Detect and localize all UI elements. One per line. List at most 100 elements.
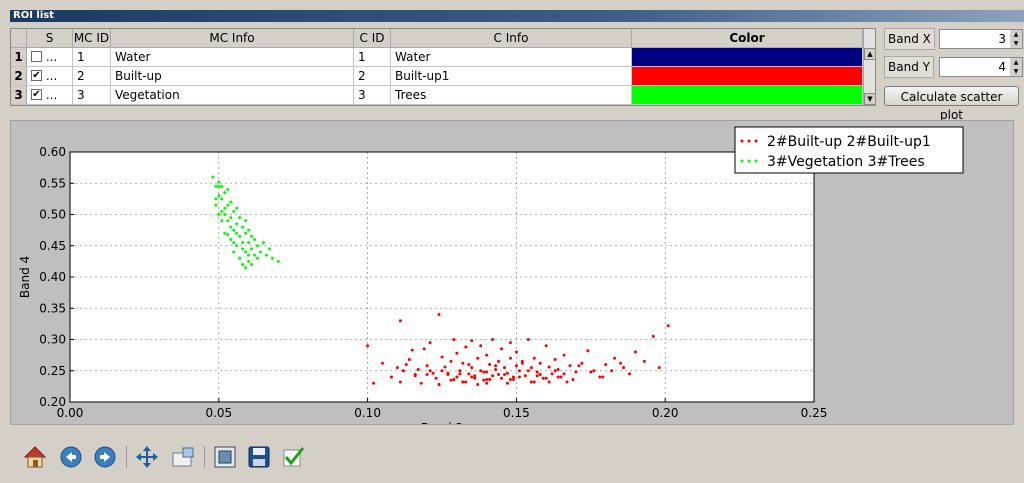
c-info-cell[interactable]: Water [391, 48, 632, 67]
select-cell[interactable]: ... [27, 48, 73, 67]
pan-icon[interactable] [134, 444, 160, 470]
band-x-spinbox[interactable]: 3 ▲ ▼ [939, 29, 1023, 49]
select-cell[interactable]: ✔ ... [27, 67, 73, 86]
scatter-point [389, 375, 393, 379]
c-id-cell[interactable]: 1 [354, 48, 391, 67]
scatter-point [601, 375, 605, 379]
legend-label: 2#Built-up 2#Built-up1 [767, 134, 931, 150]
scatter-point [229, 225, 233, 229]
scatter-point [473, 376, 477, 380]
scatter-point [485, 370, 489, 374]
x-tick-label: 0.15 [503, 406, 530, 420]
scatter-point [401, 369, 405, 373]
scatter-point [437, 313, 441, 316]
scroll-down-arrow-icon[interactable]: ▼ [864, 93, 875, 105]
color-swatch[interactable] [632, 86, 863, 105]
y-tick-label: 0.25 [39, 364, 66, 378]
mc-id-cell[interactable]: 2 [73, 67, 111, 86]
scatter-point [479, 369, 483, 373]
column-header-c-info[interactable]: C Info [391, 29, 632, 48]
select-checkbox[interactable] [31, 51, 42, 62]
c-info-cell[interactable]: Trees [391, 86, 632, 105]
scatter-point [229, 238, 233, 241]
scatter-point [508, 378, 512, 381]
table-row[interactable]: 1 ... 1 Water 1 Water [11, 48, 863, 67]
select-checkbox[interactable]: ✔ [31, 89, 42, 100]
scatter-point [565, 380, 569, 384]
mc-id-cell[interactable]: 3 [73, 86, 111, 105]
scatter-point [514, 364, 518, 368]
table-row[interactable]: 2 ✔ ... 2 Built-up 2 Built-up1 [11, 67, 863, 86]
legend-marker [754, 139, 758, 143]
scatter-point [238, 216, 242, 220]
color-swatch[interactable] [632, 48, 863, 67]
c-info-cell[interactable]: Built-up1 [391, 67, 632, 86]
column-header-color[interactable]: Color [632, 29, 863, 48]
spin-down-icon[interactable]: ▼ [1010, 67, 1022, 76]
table-row[interactable]: 3 ✔ ... 3 Vegetation 3 Trees [11, 86, 863, 105]
scatter-point [547, 365, 551, 369]
legend-marker [740, 159, 744, 163]
table-scrollbar[interactable]: ▲ ▼ [863, 29, 875, 105]
column-header-mc-id[interactable]: MC ID [73, 29, 111, 48]
scatter-point [416, 368, 420, 371]
scatter-point [505, 371, 509, 375]
scatter-point [214, 197, 218, 201]
mc-id-cell[interactable]: 1 [73, 48, 111, 67]
scatter-plot-canvas[interactable]: 0.00 0.05 0.10 0.15 0.20 0.25 0.20 0.25 0.30 0.35… [10, 120, 1014, 435]
scatter-point [556, 368, 560, 371]
row-number[interactable]: 2 [11, 67, 27, 86]
spin-up-icon[interactable]: ▲ [1010, 58, 1022, 67]
scatter-point [443, 365, 447, 369]
band-x-value[interactable]: 3 [998, 30, 1006, 48]
spin-down-icon[interactable]: ▼ [1010, 39, 1022, 48]
scatter-point [470, 366, 474, 370]
legend-marker [747, 139, 751, 143]
scatter-point [511, 378, 515, 381]
roi-table: S MC ID MC Info C ID C Info Color 1 ... … [10, 28, 876, 106]
checkmark-icon[interactable] [280, 444, 306, 470]
spin-up-icon[interactable]: ▲ [1010, 30, 1022, 39]
scatter-point [241, 241, 245, 245]
scatter-point [562, 372, 566, 376]
scatter-point [619, 361, 623, 365]
mc-info-cell[interactable]: Water [111, 48, 354, 67]
scatter-point [598, 375, 602, 379]
select-cell[interactable]: ✔ ... [27, 86, 73, 105]
scatter-point [226, 203, 230, 207]
scatter-point [455, 375, 459, 379]
scatter-point [580, 361, 584, 365]
column-header-s[interactable]: S [27, 29, 73, 48]
band-y-spinbox[interactable]: 4 ▲ ▼ [939, 57, 1023, 77]
scatter-point [482, 370, 486, 374]
scroll-up-arrow-icon[interactable]: ▲ [864, 48, 875, 60]
band-y-label: Band Y [884, 56, 934, 78]
back-arrow-icon[interactable] [58, 444, 84, 470]
scatter-point [526, 369, 530, 373]
save-icon[interactable] [246, 444, 272, 470]
mc-info-cell[interactable]: Built-up [111, 67, 354, 86]
column-header-c-id[interactable]: C ID [354, 29, 391, 48]
scatter-point [214, 203, 218, 207]
row-number[interactable]: 3 [11, 86, 27, 105]
scatter-point [217, 194, 221, 198]
subplots-icon[interactable] [212, 444, 238, 470]
color-swatch[interactable] [632, 67, 863, 86]
toolbar-separator [126, 446, 127, 468]
home-icon[interactable] [22, 444, 48, 470]
zoom-icon[interactable] [170, 444, 196, 470]
mc-info-cell[interactable]: Vegetation [111, 86, 354, 105]
column-header-mc-info[interactable]: MC Info [111, 29, 354, 48]
scatter-point [404, 363, 408, 366]
band-y-value[interactable]: 4 [998, 58, 1006, 76]
forward-arrow-icon[interactable] [92, 444, 118, 470]
scatter-point [592, 369, 596, 373]
row-number[interactable]: 1 [11, 48, 27, 67]
scatter-point [232, 228, 236, 232]
calculate-scatter-plot-button[interactable]: Calculate scatter plot [884, 86, 1019, 122]
scatter-point [247, 228, 251, 232]
scatter-point [514, 350, 518, 354]
c-id-cell[interactable]: 3 [354, 86, 391, 105]
select-checkbox[interactable]: ✔ [31, 70, 42, 81]
c-id-cell[interactable]: 2 [354, 67, 391, 86]
